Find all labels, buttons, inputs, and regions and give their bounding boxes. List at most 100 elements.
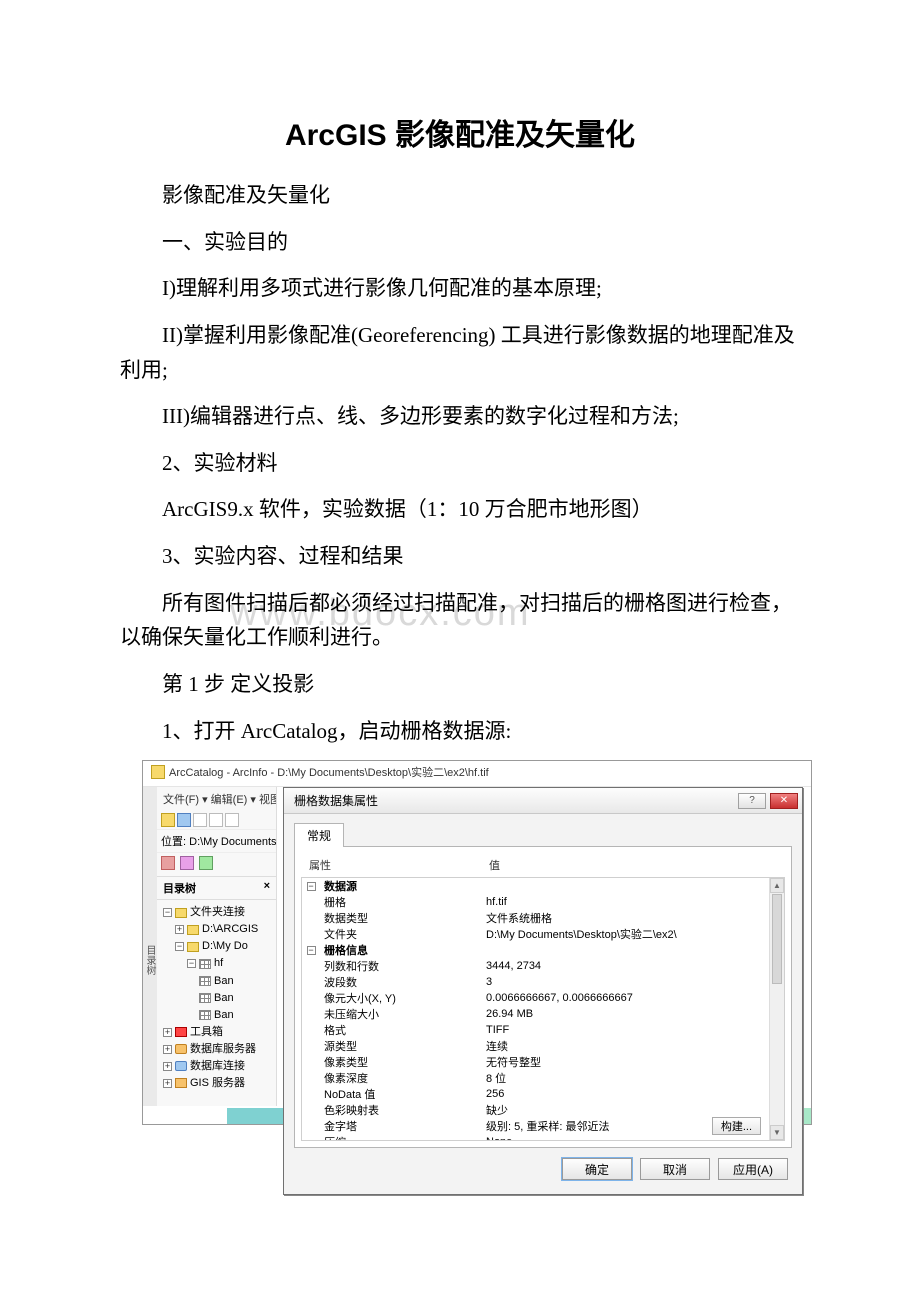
location-value: D:\My Documents\ — [189, 836, 276, 848]
tree-toolbox[interactable]: 工具箱 — [190, 1024, 223, 1041]
expand-icon[interactable]: + — [163, 1062, 172, 1071]
tree-header-label: 目录树 — [163, 880, 196, 896]
details-icon[interactable] — [199, 856, 213, 870]
prop-value: TIFF — [482, 1024, 769, 1036]
collapse-icon[interactable]: − — [187, 959, 196, 968]
connect-icon[interactable] — [177, 813, 191, 827]
toolbox-icon — [175, 1027, 187, 1037]
para-2: 一、实验目的 — [120, 225, 800, 260]
close-button[interactable]: ✕ — [770, 793, 798, 809]
property-grid[interactable]: −数据源 栅格hf.tif 数据类型文件系统栅格 文件夹D:\My Docume… — [301, 877, 785, 1141]
folder-icon — [187, 942, 199, 952]
location-label: 位置: — [161, 836, 186, 848]
ok-button[interactable]: 确定 — [562, 1158, 632, 1180]
prop-label: 像元大小(X, Y) — [320, 990, 482, 1006]
section-datasource: 数据源 — [320, 878, 482, 894]
scrollbar[interactable]: ▲ ▼ — [769, 878, 784, 1140]
thumbnail-icon[interactable] — [161, 856, 175, 870]
location-bar[interactable]: 位置: D:\My Documents\ — [157, 830, 276, 853]
collapse-icon[interactable]: − — [175, 942, 184, 951]
prop-value: 256 — [482, 1088, 769, 1100]
tree-item[interactable]: D:\ARCGIS — [202, 921, 258, 938]
prop-label: NoData 值 — [320, 1086, 482, 1102]
toolbar-1[interactable] — [157, 811, 276, 830]
expand-icon[interactable]: + — [175, 925, 184, 934]
doc-title: ArcGIS 影像配准及矢量化 — [120, 110, 800, 154]
tree-close-icon[interactable]: × — [264, 880, 270, 896]
band-icon — [199, 993, 211, 1003]
paste-icon[interactable] — [209, 813, 223, 827]
up-folder-icon[interactable] — [161, 813, 175, 827]
tree-header: 目录树 × — [157, 877, 276, 900]
dialog-title: 栅格数据集属性 — [294, 792, 378, 809]
para-4: II)掌握利用影像配准(Georeferencing) 工具进行影像数据的地理配… — [120, 318, 800, 387]
view-toolbar[interactable] — [157, 853, 276, 877]
prop-label: 压缩 — [320, 1134, 482, 1141]
band-icon — [199, 1010, 211, 1020]
prop-label: 栅格 — [320, 894, 482, 910]
apply-button[interactable]: 应用(A) — [718, 1158, 788, 1180]
para-8: 3、实验内容、过程和结果 — [120, 539, 800, 574]
prop-value: 8 位 — [482, 1070, 769, 1086]
expand-icon[interactable]: + — [163, 1045, 172, 1054]
prop-value: 3444, 2734 — [482, 960, 769, 972]
prop-label: 数据类型 — [320, 910, 482, 926]
prop-label: 列数和行数 — [320, 958, 482, 974]
tree-dbserver[interactable]: 数据库服务器 — [190, 1041, 256, 1058]
delete-icon[interactable] — [225, 813, 239, 827]
expand-icon[interactable]: + — [163, 1028, 172, 1037]
prop-value: 连续 — [482, 1038, 769, 1054]
scroll-down-icon[interactable]: ▼ — [770, 1125, 784, 1140]
app-title: ArcCatalog - ArcInfo - D:\My Documents\D… — [169, 764, 489, 780]
catalog-tree[interactable]: −文件夹连接 +D:\ARCGIS −D:\My Do −hf Ban Ban … — [157, 900, 276, 1096]
prop-value: None — [482, 1136, 769, 1141]
prop-label: 未压缩大小 — [320, 1006, 482, 1022]
prop-value: D:\My Documents\Desktop\实验二\ex2\ — [482, 926, 769, 942]
list-icon[interactable] — [180, 856, 194, 870]
folder-icon — [187, 925, 199, 935]
para-10: 第 1 步 定义投影 — [120, 667, 800, 702]
help-button[interactable]: ? — [738, 793, 766, 809]
prop-label: 金字塔 — [320, 1118, 482, 1134]
prop-label: 像素类型 — [320, 1054, 482, 1070]
raster-icon — [199, 959, 211, 969]
prop-value: 级别: 5, 重采样: 最邻近法 — [482, 1118, 712, 1134]
dialog-titlebar[interactable]: 栅格数据集属性 ? ✕ — [284, 788, 802, 814]
prop-value: 26.94 MB — [482, 1008, 769, 1020]
app-titlebar: ArcCatalog - ArcInfo - D:\My Documents\D… — [143, 761, 811, 787]
gis-server-icon — [175, 1078, 187, 1088]
tree-band[interactable]: Ban — [214, 1007, 234, 1024]
para-5: III)编辑器进行点、线、多边形要素的数字化过程和方法; — [120, 399, 800, 434]
tree-band[interactable]: Ban — [214, 973, 234, 990]
scroll-up-icon[interactable]: ▲ — [770, 878, 784, 893]
cancel-button[interactable]: 取消 — [640, 1158, 710, 1180]
collapse-icon[interactable]: − — [307, 946, 316, 955]
tree-gisserver[interactable]: GIS 服务器 — [190, 1075, 245, 1092]
col-val: 值 — [489, 857, 500, 873]
collapse-icon[interactable]: − — [163, 908, 172, 917]
tree-band[interactable]: Ban — [214, 990, 234, 1007]
arccatalog-icon — [151, 765, 165, 779]
collapse-icon[interactable]: − — [307, 882, 316, 891]
prop-label: 像素深度 — [320, 1070, 482, 1086]
tree-item[interactable]: D:\My Do — [202, 938, 248, 955]
tab-general[interactable]: 常规 — [294, 823, 344, 847]
prop-value: 缺少 — [482, 1102, 769, 1118]
band-icon — [199, 976, 211, 986]
properties-dialog: 栅格数据集属性 ? ✕ 常规 属性 值 — [283, 787, 803, 1195]
tree-root[interactable]: 文件夹连接 — [190, 904, 245, 921]
build-button[interactable]: 构建... — [712, 1117, 761, 1135]
tree-dbconn[interactable]: 数据库连接 — [190, 1058, 245, 1075]
tree-item-hf[interactable]: hf — [214, 955, 223, 972]
expand-icon[interactable]: + — [163, 1079, 172, 1088]
section-rasterinfo: 栅格信息 — [320, 942, 482, 958]
prop-value: 3 — [482, 976, 769, 988]
scroll-thumb[interactable] — [772, 894, 782, 984]
prop-value: 文件系统栅格 — [482, 910, 769, 926]
vertical-tab-strip[interactable]: 目录树 — [143, 787, 157, 1106]
prop-value: hf.tif — [482, 896, 769, 908]
prop-label: 源类型 — [320, 1038, 482, 1054]
menu-bar[interactable]: 文件(F) ▾ 编辑(E) ▾ 视图 — [157, 787, 276, 811]
para-7: ArcGIS9.x 软件，实验数据（1：10 万合肥市地形图） — [120, 492, 800, 527]
copy-icon[interactable] — [193, 813, 207, 827]
